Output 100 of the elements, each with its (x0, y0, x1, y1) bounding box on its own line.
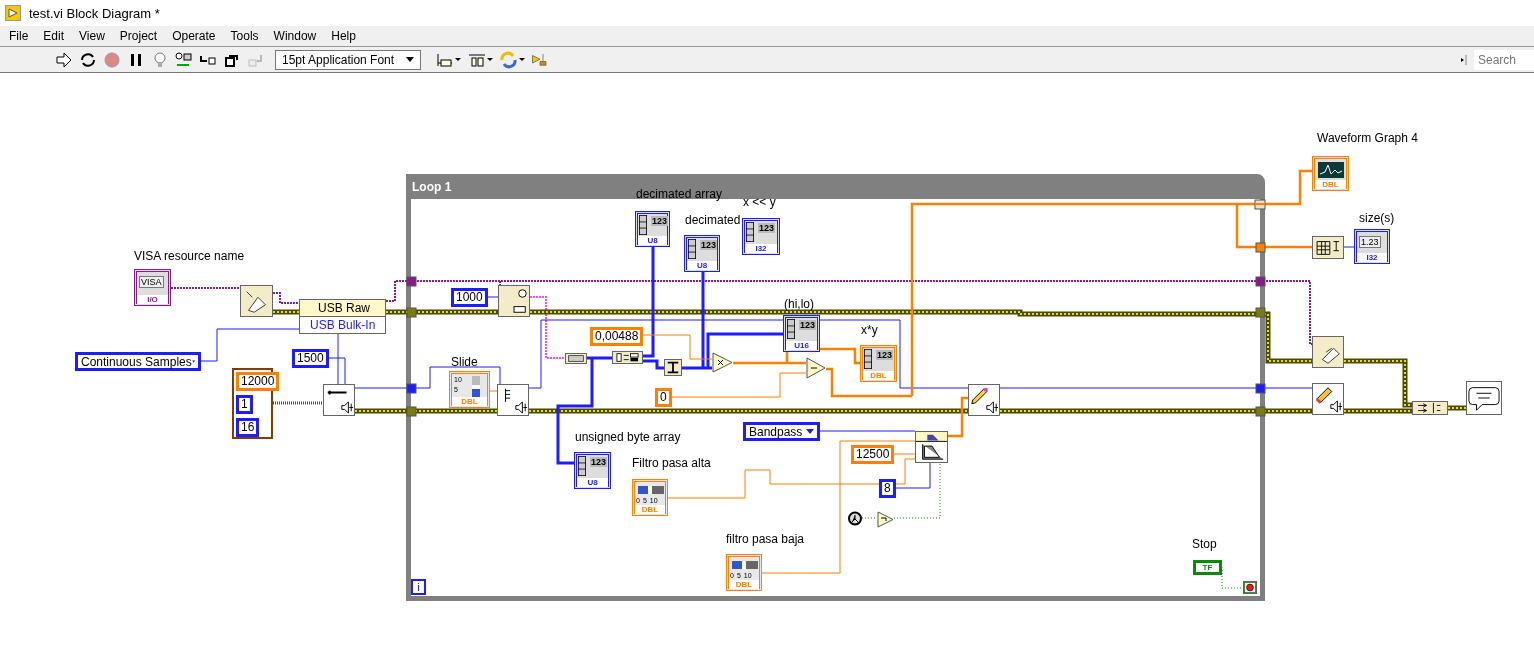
join-numbers-icon (664, 359, 682, 376)
type-label: DBL (1315, 180, 1346, 189)
retain-wire-values-icon[interactable] (175, 50, 193, 69)
tunnel-icon (406, 307, 417, 318)
error-wire (272, 309, 300, 315)
multiply-icon (712, 352, 733, 373)
menu-item[interactable]: File (2, 29, 37, 43)
index-display-icon (864, 349, 872, 369)
node-label: decimated (685, 213, 741, 227)
type-label: U8 (577, 478, 608, 487)
tunnel-icon (406, 276, 417, 287)
display-text: VISA (139, 276, 164, 288)
numeric-display: 123 (799, 320, 817, 330)
enum-constant[interactable]: Continuous Samples (75, 352, 201, 371)
wire (272, 292, 300, 304)
light-bulb-icon[interactable] (151, 50, 169, 69)
window-title: test.vi Block Diagram * (29, 5, 160, 21)
node-label: Waveform Graph 4 (1317, 131, 1418, 145)
pencil-speaker-icon (968, 384, 1000, 416)
wrench-speaker-icon (323, 384, 355, 416)
stop-condition-icon (1243, 581, 1257, 594)
menu-item[interactable]: View (72, 29, 113, 43)
run-continuously-icon[interactable] (79, 50, 97, 69)
caret-icon (806, 429, 814, 434)
index-display-icon (746, 222, 754, 242)
index-display-icon (578, 456, 586, 476)
display-text: 1.23 (1359, 236, 1381, 248)
numeric-display: 123 (876, 350, 894, 360)
tunnel-icon (1255, 242, 1266, 253)
visa-open-icon (240, 285, 273, 317)
menu-item[interactable]: Project (112, 29, 166, 43)
error-wire (1447, 405, 1467, 411)
type-label: DBL (729, 580, 759, 589)
menu-item[interactable]: Edit (36, 29, 73, 43)
tunnel-icon (1255, 307, 1266, 318)
node-label: x*y (861, 323, 878, 337)
run-arrow-icon[interactable] (55, 50, 73, 69)
numeric-constant: 0,00488 (590, 327, 644, 346)
indexing-tunnel-icon (1254, 199, 1266, 210)
type-label: I32 (1357, 253, 1387, 262)
reorder-icon[interactable] (499, 50, 525, 69)
search-field[interactable]: Search (1474, 49, 1534, 70)
node-label: Slide (451, 355, 478, 369)
type-label: DBL (452, 397, 487, 406)
numeric-display: 123 (590, 457, 608, 467)
graph-icon (1318, 161, 1344, 179)
tunnel-icon (406, 383, 417, 394)
caret-icon (406, 57, 414, 62)
type-label: U8 (687, 261, 717, 270)
node-label: Filtro pasa alta (632, 456, 711, 470)
numeric-constant: 8 (879, 479, 896, 498)
type-label: U16 (786, 341, 817, 350)
font-dropdown[interactable]: 15pt Application Font (275, 49, 421, 70)
slider-track-icon (472, 376, 480, 398)
numeric-constant: 1 (236, 395, 253, 414)
boolean-terminal: TF (1193, 560, 1222, 575)
node-label: size(s) (1359, 211, 1395, 225)
bars-speaker-icon (497, 384, 529, 416)
slider-track-icon (638, 486, 664, 494)
node-label: filtro pasa baja (726, 532, 805, 546)
property-node-class: USB Raw (300, 300, 385, 317)
numeric-constant: 12500 (851, 445, 895, 464)
property-item[interactable]: USB Bulk-In (300, 317, 385, 333)
slider-track-icon (732, 561, 758, 569)
wire (1221, 566, 1244, 589)
numeric-display: 123 (700, 240, 718, 250)
type-cast-icon (565, 353, 587, 364)
visa-read-icon (498, 285, 530, 317)
type-label: U8 (638, 236, 667, 245)
menu-item[interactable]: Window (266, 29, 325, 43)
node-label: VISA resource name (134, 249, 245, 263)
type-label: I32 (745, 244, 777, 253)
tunnel-icon (406, 406, 417, 417)
filter-icon (915, 431, 948, 463)
menu-item[interactable]: Operate (165, 29, 224, 43)
type-label: DBL (863, 371, 894, 380)
numeric-display: 123 (651, 216, 669, 226)
tunnel-icon (1255, 406, 1266, 417)
enum-constant[interactable]: Bandpass (743, 422, 820, 441)
decimate-icon (612, 351, 643, 364)
menu-item[interactable]: Tools (223, 29, 267, 43)
numeric-constant: 1000 (451, 288, 488, 307)
index-display-icon (787, 319, 795, 339)
node-label: x << y (743, 195, 776, 209)
caret-icon (191, 359, 195, 364)
not-icon (877, 511, 894, 528)
numeric-constant: 16 (236, 418, 260, 437)
app-icon (5, 5, 21, 21)
iteration-terminal: i (411, 579, 426, 595)
type-label: I/O (137, 295, 168, 304)
subtract-icon (806, 357, 826, 379)
menu-item[interactable]: Help (324, 29, 364, 43)
expand-arrow-icon[interactable] (1460, 53, 1468, 66)
numeric-display: 123 (758, 223, 776, 233)
numeric-constant: 1500 (292, 349, 329, 368)
merge-errors-icon (1412, 401, 1448, 415)
tunnel-icon (1255, 383, 1266, 394)
first-call-icon (848, 511, 862, 526)
array-size-icon (1312, 236, 1344, 259)
loop-label: Loop 1 (412, 180, 452, 194)
